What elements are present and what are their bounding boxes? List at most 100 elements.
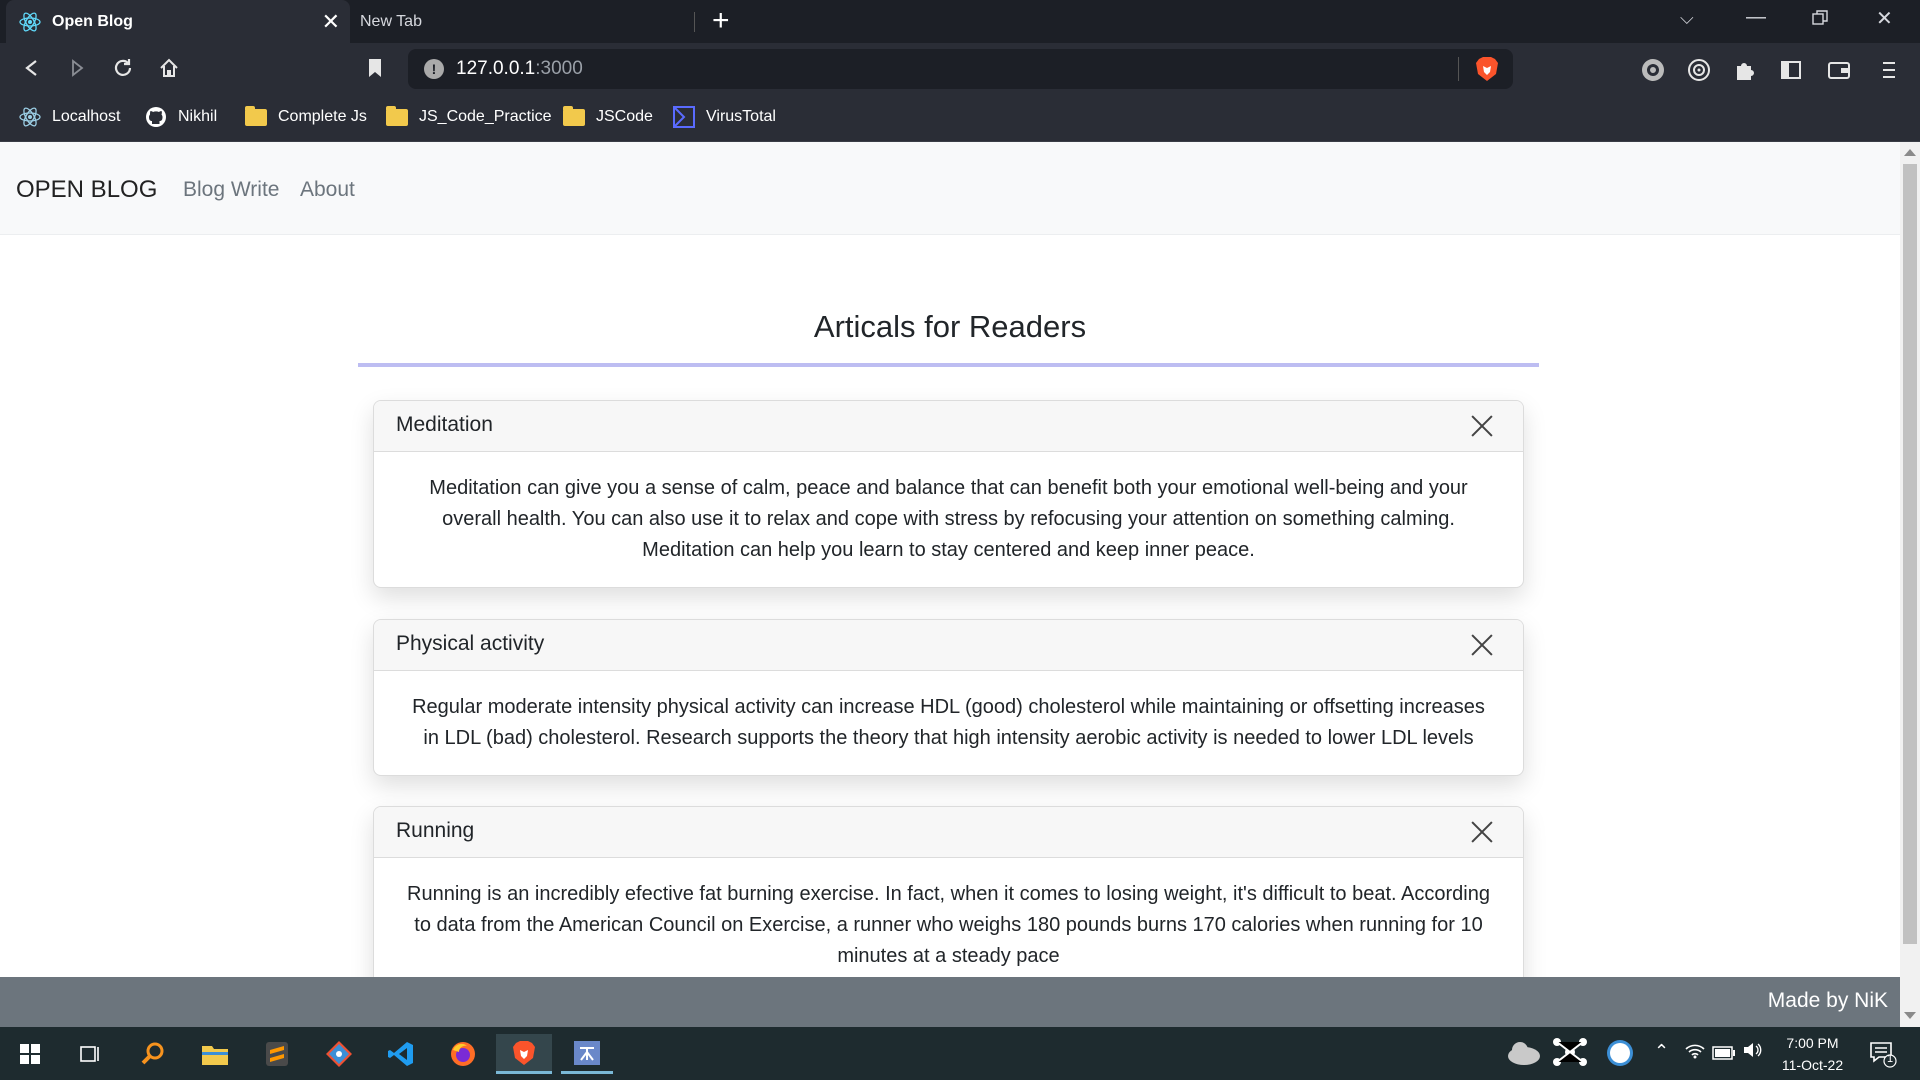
- windows-taskbar: ⌃ 7:00 PM 11-Oct-22 1: [0, 1027, 1920, 1080]
- page-scrollbar[interactable]: [1900, 142, 1920, 1027]
- bookmark-folder-complete-js[interactable]: Complete Js: [244, 103, 367, 131]
- clock-date: 11-Oct-22: [1781, 1057, 1844, 1073]
- browser-tab-bar: Open Blog ✕ New Tab + ⌵ — ✕: [0, 0, 1920, 43]
- tab-open-blog[interactable]: Open Blog ✕: [6, 0, 350, 43]
- firefox-icon[interactable]: [441, 1034, 485, 1074]
- sidebar-icon[interactable]: [1778, 57, 1804, 83]
- close-icon[interactable]: [1471, 634, 1493, 656]
- article-title: Meditation: [396, 413, 493, 436]
- task-view-icon[interactable]: [68, 1034, 112, 1074]
- windows-start-icon[interactable]: [8, 1034, 52, 1074]
- article-body: Regular moderate intensity physical acti…: [412, 696, 1485, 749]
- tab-search-chevron-icon[interactable]: ⌵: [1680, 8, 1694, 29]
- network-nodes-tray-icon[interactable]: [1552, 1036, 1588, 1073]
- bookmark-nikhil[interactable]: Nikhil: [144, 103, 217, 131]
- back-icon[interactable]: [16, 52, 48, 84]
- extension-target-icon[interactable]: [1686, 57, 1712, 83]
- restore-button[interactable]: [1812, 9, 1828, 32]
- scroll-up-arrow-icon[interactable]: [1904, 149, 1916, 156]
- bookmark-label: VirusTotal: [706, 108, 776, 125]
- forward-icon[interactable]: [61, 52, 93, 84]
- article-card-physical-activity: Physical activity Regular moderate inten…: [373, 619, 1524, 776]
- reload-icon[interactable]: [107, 52, 139, 84]
- new-tab-button[interactable]: +: [712, 4, 730, 38]
- site-footer: Made by NiK: [0, 977, 1900, 1027]
- close-icon[interactable]: [1471, 415, 1493, 437]
- nav-link-blog-write[interactable]: Blog Write: [183, 178, 279, 202]
- wallet-icon[interactable]: [1826, 57, 1852, 83]
- close-window-button[interactable]: ✕: [1876, 6, 1893, 31]
- tab-title: Open Blog: [52, 12, 133, 30]
- bookmark-virustotal[interactable]: VirusTotal: [672, 103, 776, 131]
- nav-link-about[interactable]: About: [300, 178, 355, 202]
- menu-icon[interactable]: [1876, 57, 1902, 83]
- extension-circle-icon[interactable]: [1640, 57, 1666, 83]
- bookmarks-bar: Localhost Nikhil Complete Js JS_Code_Pra…: [0, 93, 1920, 142]
- bookmark-icon[interactable]: [359, 52, 391, 84]
- tab-title: New Tab: [360, 12, 422, 30]
- clock-time: 7:00 PM: [1786, 1035, 1839, 1051]
- scrollbar-thumb[interactable]: [1903, 164, 1917, 944]
- article-body: Meditation can give you a sense of calm,…: [429, 477, 1468, 561]
- title-underline: [358, 363, 1539, 367]
- brave-browser-taskbar-icon[interactable]: [496, 1034, 552, 1074]
- card-header: Meditation: [374, 401, 1523, 452]
- footer-credit: Made by NiK: [1767, 989, 1888, 1012]
- article-card-meditation: Meditation Meditation can give you a sen…: [373, 400, 1524, 588]
- vscode-icon[interactable]: [379, 1034, 423, 1074]
- virustotal-icon: [672, 106, 696, 128]
- minimize-button[interactable]: —: [1746, 6, 1766, 29]
- close-icon[interactable]: [1471, 821, 1493, 843]
- volume-icon[interactable]: [1742, 1041, 1762, 1064]
- github-icon: [144, 106, 168, 128]
- article-title: Running: [396, 819, 475, 842]
- card-header: Physical activity: [374, 620, 1523, 671]
- notification-count-badge: 1: [1887, 1053, 1894, 1065]
- address-bar[interactable]: ! 127.0.0.1:3000: [408, 49, 1513, 89]
- cloud-tray-icon[interactable]: [1506, 1038, 1542, 1071]
- bookmark-label: JSCode: [596, 108, 653, 125]
- tab-new-tab[interactable]: New Tab: [350, 0, 694, 43]
- show-hidden-icons-chevron-icon[interactable]: ⌃: [1654, 1041, 1669, 1062]
- close-tab-icon[interactable]: ✕: [322, 9, 340, 35]
- page-viewport: OPEN BLOG Blog Write About Articals for …: [0, 142, 1920, 1027]
- chat-bubble-tray-icon[interactable]: [1604, 1038, 1636, 1075]
- file-explorer-icon[interactable]: [193, 1034, 237, 1074]
- sublime-text-icon[interactable]: [255, 1034, 299, 1074]
- react-icon: [18, 106, 42, 128]
- search-icon[interactable]: [131, 1034, 175, 1074]
- site-info-icon[interactable]: !: [424, 59, 444, 79]
- article-title: Physical activity: [396, 632, 545, 655]
- react-icon: [18, 10, 42, 34]
- wifi-icon[interactable]: [1684, 1041, 1706, 1064]
- bookmark-label: Localhost: [52, 108, 121, 125]
- site-navbar: OPEN BLOG Blog Write About: [0, 142, 1900, 235]
- brand-link[interactable]: OPEN BLOG: [16, 176, 157, 204]
- git-icon[interactable]: [317, 1034, 361, 1074]
- battery-icon[interactable]: [1712, 1044, 1736, 1065]
- article-body: Running is an incredibly efective fat bu…: [407, 883, 1490, 967]
- page-title: Articals for Readers: [813, 309, 1087, 344]
- article-card-running: Running Running is an incredibly efectiv…: [373, 806, 1524, 994]
- bookmark-folder-jscode[interactable]: JSCode: [562, 103, 653, 131]
- terminal-app-icon[interactable]: [561, 1034, 613, 1074]
- folder-icon: [385, 105, 409, 128]
- folder-icon: [562, 105, 586, 128]
- extensions-puzzle-icon[interactable]: [1732, 57, 1758, 83]
- home-icon[interactable]: [153, 52, 185, 84]
- bookmark-label: Nikhil: [178, 108, 218, 125]
- system-clock[interactable]: 7:00 PM 11-Oct-22: [1770, 1032, 1855, 1076]
- bookmark-label: Complete Js: [278, 108, 367, 125]
- notification-center-icon[interactable]: 1: [1868, 1039, 1898, 1074]
- browser-toolbar: ! 127.0.0.1:3000: [0, 43, 1920, 93]
- bookmark-label: JS_Code_Practice: [419, 108, 552, 125]
- tab-divider: [694, 12, 695, 32]
- brave-shields-icon[interactable]: [1475, 56, 1499, 82]
- url-text[interactable]: 127.0.0.1:3000: [456, 58, 583, 80]
- address-bar-divider: [1458, 57, 1459, 81]
- folder-icon: [244, 105, 268, 128]
- bookmark-folder-js-code-practice[interactable]: JS_Code_Practice: [385, 103, 552, 131]
- bookmark-localhost[interactable]: Localhost: [18, 103, 121, 131]
- card-header: Running: [374, 807, 1523, 858]
- scroll-down-arrow-icon[interactable]: [1904, 1012, 1916, 1019]
